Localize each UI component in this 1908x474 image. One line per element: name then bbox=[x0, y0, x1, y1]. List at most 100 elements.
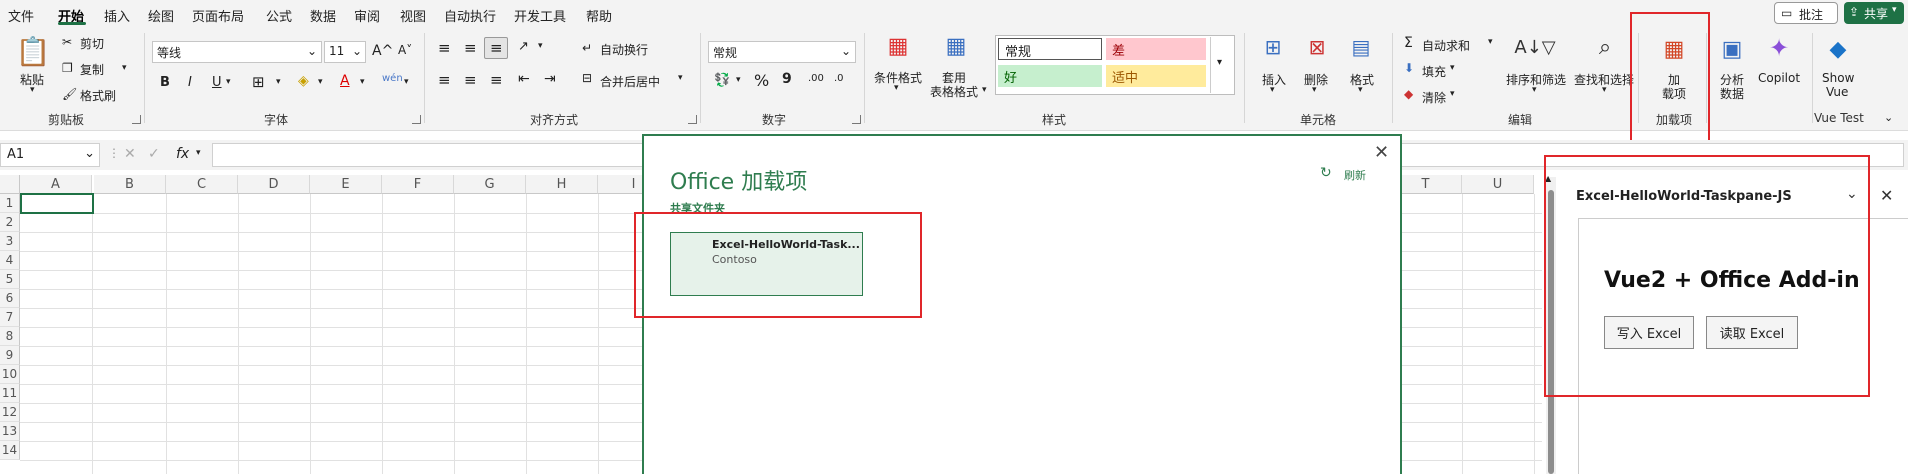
dialog-launcher-icon[interactable] bbox=[688, 115, 697, 124]
increase-font-icon[interactable]: A^ bbox=[372, 43, 393, 59]
chevron-down-icon[interactable]: ▾ bbox=[1532, 85, 1537, 95]
tab-developer[interactable]: 开发工具 bbox=[514, 6, 566, 25]
italic-button[interactable]: I bbox=[188, 75, 192, 90]
row-header-10[interactable]: 10 bbox=[0, 365, 20, 384]
increase-indent-icon[interactable]: ⇥ bbox=[544, 71, 556, 87]
decrease-indent-icon[interactable]: ⇤ bbox=[518, 71, 530, 87]
chevron-down-icon[interactable]: ▾ bbox=[678, 73, 683, 83]
column-header-b[interactable]: B bbox=[94, 175, 166, 194]
find-select-icon[interactable]: ⌕ bbox=[1590, 33, 1620, 61]
tab-insert[interactable]: 插入 bbox=[104, 6, 130, 25]
tab-page-layout[interactable]: 页面布局 bbox=[192, 6, 244, 25]
select-all-corner[interactable] bbox=[0, 175, 20, 194]
chevron-down-icon[interactable]: ▾ bbox=[1488, 37, 1493, 47]
font-color-icon[interactable]: A bbox=[340, 73, 350, 89]
chevron-down-icon[interactable]: ▾ bbox=[1358, 85, 1363, 95]
refresh-link[interactable]: 刷新 bbox=[1344, 167, 1366, 183]
border-icon[interactable]: ⊞ bbox=[252, 73, 265, 91]
share-button[interactable]: ⇪ 共享 ▾ bbox=[1844, 2, 1904, 24]
chevron-down-icon[interactable]: ▾ bbox=[122, 63, 127, 73]
align-left-icon[interactable]: ≡ bbox=[438, 71, 451, 89]
name-box[interactable]: A1 ⌄ bbox=[0, 143, 100, 167]
autosum-icon[interactable]: Σ bbox=[1404, 35, 1413, 51]
align-right-icon[interactable]: ≡ bbox=[490, 71, 503, 89]
tab-formulas[interactable]: 公式 bbox=[266, 6, 292, 25]
format-cells-icon[interactable]: ▤ bbox=[1346, 33, 1376, 61]
merge-center-button[interactable]: 合并后居中 bbox=[600, 73, 660, 90]
align-top-icon[interactable]: ≡ bbox=[438, 39, 451, 57]
tab-automate[interactable]: 自动执行 bbox=[444, 6, 496, 25]
sort-filter-icon[interactable]: A↓▽ bbox=[1514, 33, 1555, 61]
chevron-down-icon[interactable]: ▾ bbox=[982, 85, 987, 95]
chevron-down-icon[interactable]: ▾ bbox=[318, 77, 323, 87]
cancel-icon[interactable]: ✕ bbox=[124, 146, 136, 162]
row-header-9[interactable]: 9 bbox=[0, 346, 20, 365]
gallery-more-button[interactable]: ▾ bbox=[1210, 37, 1232, 93]
merge-center-icon[interactable]: ⊟ bbox=[582, 71, 592, 85]
align-center-icon[interactable]: ≡ bbox=[464, 71, 477, 89]
format-painter-button[interactable]: 格式刷 bbox=[80, 87, 116, 104]
row-header-2[interactable]: 2 bbox=[0, 213, 20, 232]
analyze-data-icon[interactable]: ▣ bbox=[1718, 35, 1746, 63]
delete-cells-icon[interactable]: ⊠ bbox=[1302, 33, 1332, 61]
chevron-down-icon[interactable]: ▾ bbox=[276, 77, 281, 87]
dialog-launcher-icon[interactable] bbox=[852, 115, 861, 124]
copy-icon[interactable]: ❐ bbox=[62, 61, 73, 75]
tab-help[interactable]: 帮助 bbox=[586, 6, 612, 25]
refresh-icon[interactable]: ↻ bbox=[1320, 165, 1332, 181]
tab-file[interactable]: 文件 bbox=[8, 6, 34, 25]
comments-button[interactable]: ▭ 批注 bbox=[1774, 2, 1838, 24]
cut-icon[interactable]: ✂ bbox=[62, 35, 72, 49]
clear-icon[interactable]: ◆ bbox=[1404, 87, 1413, 101]
chevron-down-icon[interactable]: ▾ bbox=[538, 41, 543, 51]
increase-decimal-icon[interactable]: .00 bbox=[808, 73, 824, 84]
decrease-font-icon[interactable]: A˅ bbox=[398, 43, 412, 57]
font-name-dropdown[interactable]: 等线 ⌄ bbox=[152, 41, 322, 63]
paste-icon[interactable]: 📋 bbox=[16, 33, 51, 69]
chevron-down-icon[interactable]: ▾ bbox=[1450, 63, 1455, 73]
enter-icon[interactable]: ✓ bbox=[148, 146, 160, 162]
fill-icon[interactable]: ⬇ bbox=[1404, 61, 1414, 75]
tab-data[interactable]: 数据 bbox=[310, 6, 336, 25]
collapse-ribbon-icon[interactable]: ⌄ bbox=[1884, 111, 1893, 124]
style-good[interactable]: 好 bbox=[998, 65, 1102, 87]
column-header-u[interactable]: U bbox=[1462, 175, 1534, 194]
fill-button[interactable]: 填充 bbox=[1422, 63, 1446, 80]
format-as-table-label-2[interactable]: 表格格式 bbox=[930, 83, 978, 100]
row-header-1[interactable]: 1 bbox=[0, 194, 20, 213]
style-neutral[interactable]: 适中 bbox=[1106, 65, 1206, 87]
column-header-a[interactable]: A bbox=[20, 175, 92, 194]
chevron-down-icon[interactable]: ▾ bbox=[1450, 89, 1455, 99]
align-bottom-button[interactable]: ≡ bbox=[484, 37, 508, 59]
chevron-down-icon[interactable]: ▾ bbox=[1602, 85, 1607, 95]
tab-view[interactable]: 视图 bbox=[400, 6, 426, 25]
bold-button[interactable]: B bbox=[160, 75, 170, 90]
row-header-6[interactable]: 6 bbox=[0, 289, 20, 308]
column-header-f[interactable]: F bbox=[382, 175, 454, 194]
chevron-down-icon[interactable]: ▾ bbox=[404, 77, 409, 87]
format-as-table-icon[interactable]: ▦ bbox=[942, 31, 970, 61]
row-header-13[interactable]: 13 bbox=[0, 422, 20, 441]
chevron-down-icon[interactable]: ▾ bbox=[1270, 85, 1275, 95]
row-header-4[interactable]: 4 bbox=[0, 251, 20, 270]
row-header-11[interactable]: 11 bbox=[0, 384, 20, 403]
more-icon[interactable]: ⋮ bbox=[108, 146, 120, 160]
phonetic-icon[interactable]: wén bbox=[382, 73, 403, 84]
currency-icon[interactable]: 💱 bbox=[714, 73, 730, 88]
analyze-label-2[interactable]: 数据 bbox=[1720, 85, 1744, 102]
wrap-text-icon[interactable]: ↵ bbox=[582, 41, 592, 55]
column-header-d[interactable]: D bbox=[238, 175, 310, 194]
font-size-dropdown[interactable]: 11 ⌄ bbox=[324, 41, 366, 63]
chevron-down-icon[interactable]: ▾ bbox=[226, 77, 231, 87]
tab-draw[interactable]: 绘图 bbox=[148, 6, 174, 25]
dialog-launcher-icon[interactable] bbox=[412, 115, 421, 124]
copilot-button[interactable]: Copilot bbox=[1758, 71, 1800, 85]
insert-function-button[interactable]: fx bbox=[176, 146, 189, 162]
row-header-12[interactable]: 12 bbox=[0, 403, 20, 422]
style-bad[interactable]: 差 bbox=[1106, 38, 1206, 60]
underline-button[interactable]: U bbox=[212, 75, 222, 90]
fill-color-icon[interactable]: ◈ bbox=[298, 73, 309, 89]
column-header-c[interactable]: C bbox=[166, 175, 238, 194]
number-format-dropdown[interactable]: 常规 ⌄ bbox=[708, 41, 856, 63]
chevron-down-icon[interactable]: ▾ bbox=[30, 85, 35, 95]
